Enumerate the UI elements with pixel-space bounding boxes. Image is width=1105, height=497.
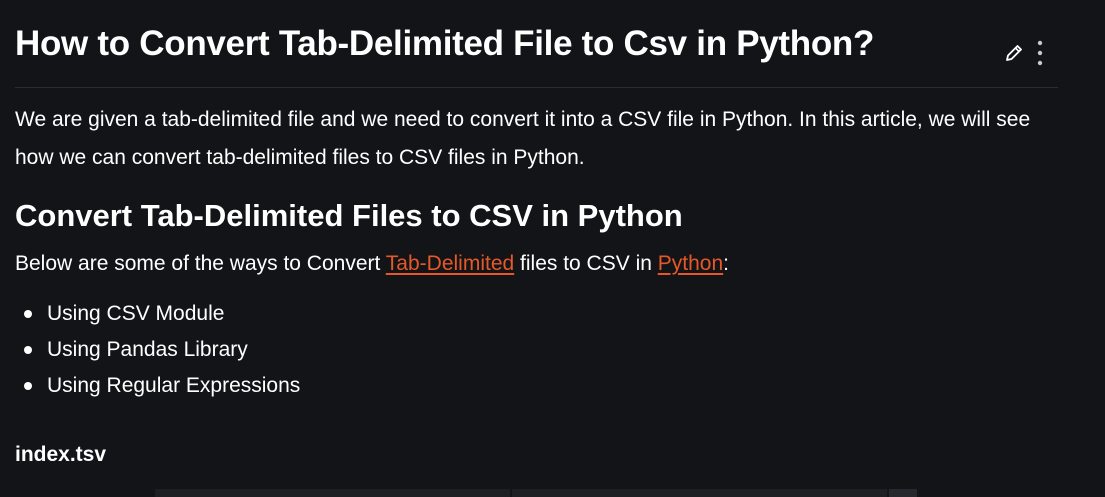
more-options-icon[interactable] (1036, 40, 1044, 66)
list-item: Using Regular Expressions (15, 368, 300, 404)
ways-intro: Below are some of the ways to Convert Ta… (15, 250, 729, 278)
list-item-label: Using Regular Expressions (47, 374, 301, 397)
code-block-edge (0, 489, 1105, 497)
python-link[interactable]: Python (658, 252, 723, 275)
list-item: Using Pandas Library (15, 332, 300, 368)
bullet-icon (24, 382, 32, 390)
ways-middle: files to CSV in (514, 252, 658, 275)
ways-prefix: Below are some of the ways to Convert (15, 252, 386, 275)
article-intro: We are given a tab-delimited file and we… (15, 108, 1031, 169)
article: How to Convert Tab-Delimited File to Csv… (15, 0, 1058, 466)
pencil-icon[interactable] (1004, 43, 1024, 63)
title-actions (1004, 40, 1044, 66)
list-item: Using CSV Module (15, 296, 300, 332)
methods-list: Using CSV Module Using Pandas Library Us… (15, 296, 300, 404)
ways-suffix: : (723, 252, 729, 275)
tab-delimited-link[interactable]: Tab-Delimited (386, 252, 514, 275)
file-label: index.tsv (15, 443, 107, 466)
list-item-label: Using CSV Module (47, 302, 225, 325)
title-bar: How to Convert Tab-Delimited File to Csv… (15, 0, 1058, 88)
list-item-label: Using Pandas Library (47, 338, 248, 361)
bullet-icon (24, 310, 32, 318)
article-title: How to Convert Tab-Delimited File to Csv… (15, 24, 875, 63)
bullet-icon (24, 346, 32, 354)
section-heading: Convert Tab-Delimited Files to CSV in Py… (15, 198, 683, 233)
